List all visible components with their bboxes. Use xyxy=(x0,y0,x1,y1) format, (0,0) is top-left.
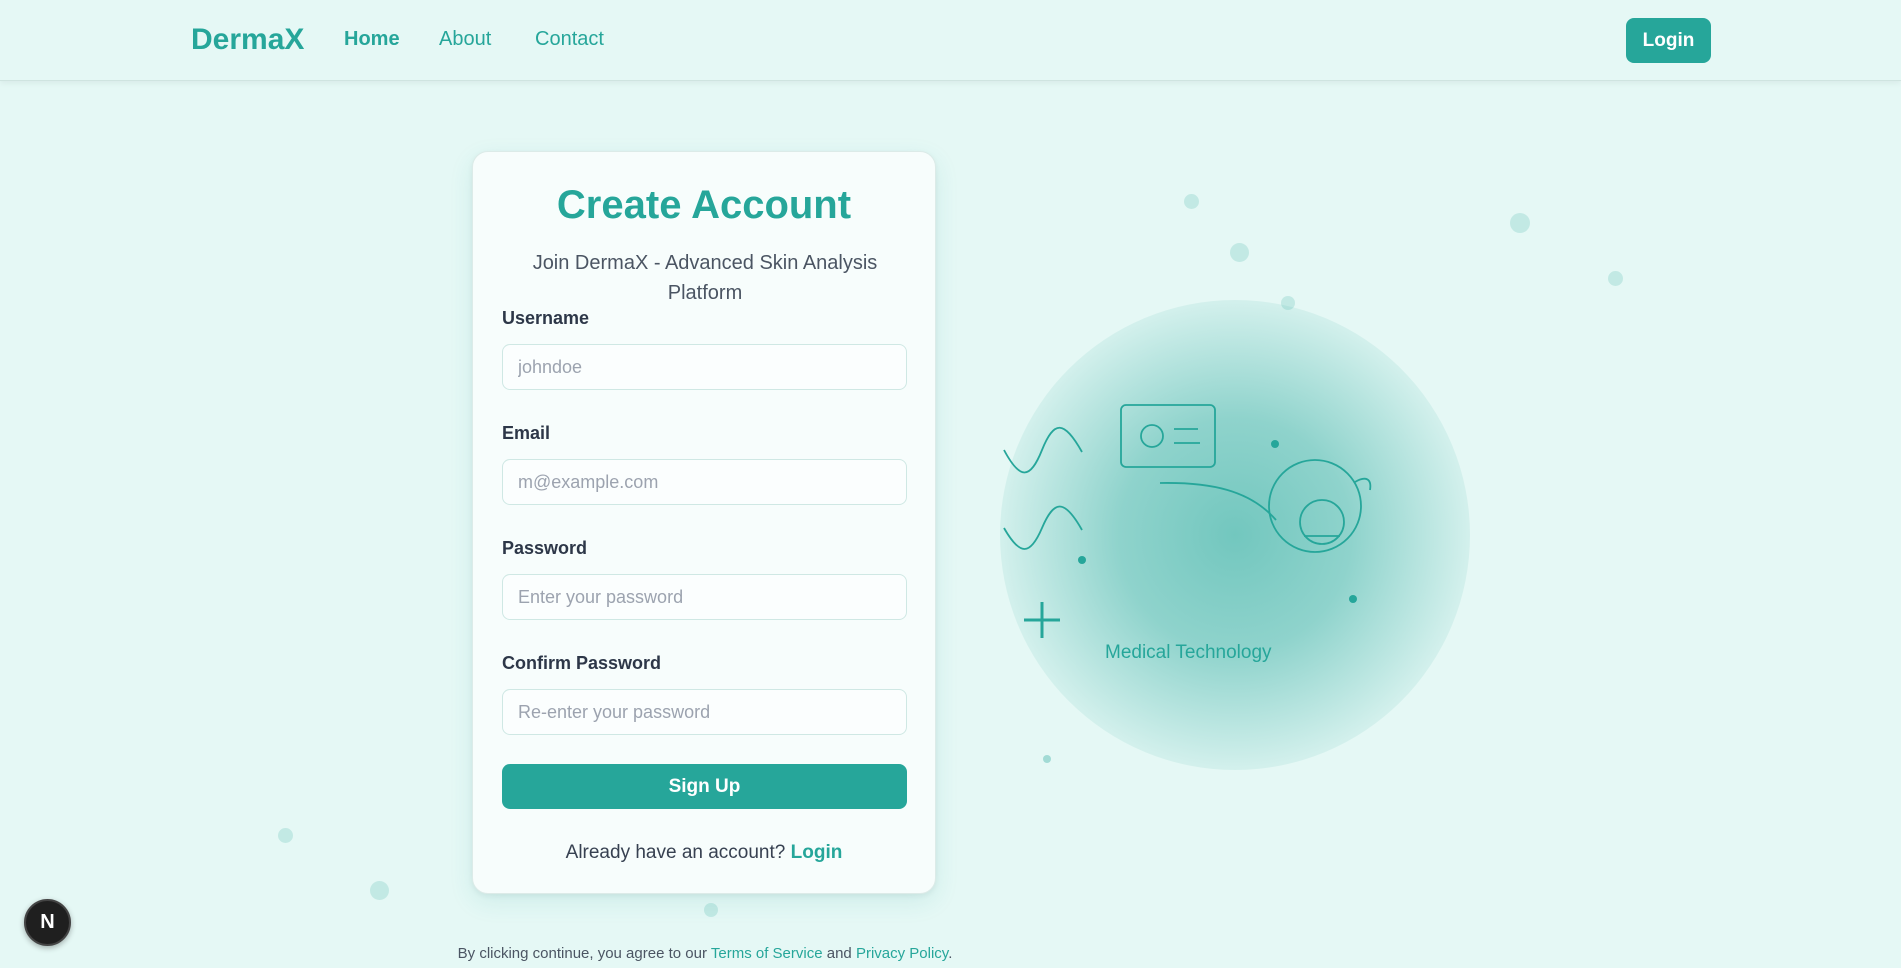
decor-dot xyxy=(1043,755,1051,763)
username-label: Username xyxy=(502,308,590,328)
email-label: Email xyxy=(502,423,551,443)
login-prompt-text: Already have an account? xyxy=(565,842,786,863)
decor-dot xyxy=(1608,271,1623,286)
confirm-password-label: Confirm Password xyxy=(502,653,662,673)
nav-home-link[interactable]: Home xyxy=(344,28,400,51)
nextjs-icon[interactable]: N xyxy=(24,899,71,946)
nav-about-link[interactable]: About xyxy=(439,28,491,51)
login-prompt: Already have an account? Login xyxy=(473,842,935,864)
decor-dot xyxy=(704,903,718,917)
login-link[interactable]: Login xyxy=(791,842,843,863)
confirm-password-input[interactable] xyxy=(502,689,907,735)
header-login-button[interactable]: Login xyxy=(1626,18,1711,63)
signup-button[interactable]: Sign Up xyxy=(502,764,907,809)
password-label: Password xyxy=(502,538,588,558)
privacy-policy-link[interactable]: Privacy Policy xyxy=(856,945,948,962)
signup-card: Create Account Join DermaX - Advanced Sk… xyxy=(472,151,936,894)
terms-note: By clicking continue, you agree to our T… xyxy=(0,945,1410,962)
terms-suffix: . xyxy=(948,945,953,962)
decor-dot xyxy=(278,828,293,843)
decor-dot xyxy=(1078,556,1086,564)
username-input[interactable] xyxy=(502,344,907,390)
password-input[interactable] xyxy=(502,574,907,620)
medical-illustration xyxy=(1003,404,1372,763)
decor-dot xyxy=(1510,213,1530,233)
brand-logo[interactable]: DermaX xyxy=(191,23,304,57)
top-navbar: DermaX Home About Contact Login xyxy=(0,0,1901,81)
id-card-icon xyxy=(1120,404,1216,468)
wave-icon xyxy=(1003,427,1083,474)
page-subtitle: Join DermaX - Advanced Skin Analysis Pla… xyxy=(532,252,878,304)
decor-dot xyxy=(370,881,389,900)
nav-contact-link[interactable]: Contact xyxy=(535,28,604,51)
face-scan-icon xyxy=(1268,459,1372,553)
wave-icon xyxy=(1003,505,1083,550)
terms-and: and xyxy=(826,945,852,962)
connector-line xyxy=(1159,482,1277,521)
page-title: Create Account xyxy=(556,183,852,227)
terms-prefix: By clicking continue, you agree to our xyxy=(457,945,707,962)
email-input[interactable] xyxy=(502,459,907,505)
decor-dot xyxy=(1271,440,1279,448)
plus-icon xyxy=(1024,602,1060,638)
decor-dot xyxy=(1349,595,1357,603)
terms-of-service-link[interactable]: Terms of Service xyxy=(711,945,823,962)
illustration-caption: Medical Technology xyxy=(1105,642,1272,663)
